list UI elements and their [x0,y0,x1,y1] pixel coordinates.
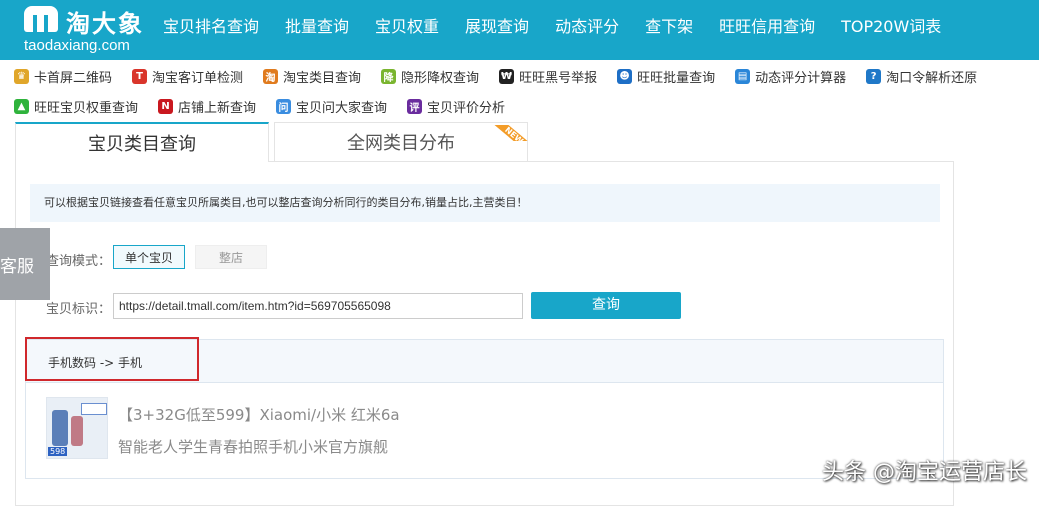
crown-icon: ♛ [14,68,29,84]
notice-bar: 可以根据宝贝链接查看任意宝贝所属类目,也可以整店查询分析同行的类目分布,销量占比… [30,184,940,222]
top-header: 淘大象 taodaxiang.com 宝贝排名查询 批量查询 宝贝权重 展现查询… [0,0,1039,60]
tool-link[interactable]: 降隐形降权查询 [381,67,479,86]
promo-tag-icon [81,403,107,415]
nav-item-top20w[interactable]: TOP20W词表 [828,13,954,37]
bag-icon: ▲ [14,98,29,114]
nav-item-exposure[interactable]: 展现查询 [452,13,542,37]
query-button[interactable]: 查询 [531,292,681,319]
tool-link-label: 宝贝评价分析 [427,100,506,116]
highlight-box [25,337,199,381]
tool-link[interactable]: 淘淘宝类目查询 [263,67,361,86]
phone-image-icon [71,416,83,446]
nav-item-weight[interactable]: 宝贝权重 [362,13,452,37]
tool-link-label: 旺旺批量查询 [637,70,716,86]
product-title[interactable]: 【3+32G低至599】Xiaomi/小米 红米6a [118,404,400,425]
item-url-input[interactable] [113,293,523,319]
wangwang-icon: ☻ [617,68,633,84]
tools-row-2: ▲ 旺旺宝贝权重查询 N 店铺上新查询 问宝贝问大家查询 评宝贝评价分析 [14,96,525,116]
new-icon: N [158,98,174,114]
key-icon: ? [866,68,882,84]
tool-link-label: 淘宝类目查询 [283,70,362,86]
tool-link-label: 旺旺宝贝权重查询 [34,100,139,116]
tool-link[interactable]: ▤ 动态评分计算器 [735,67,846,86]
mode-label: 查询模式： [46,254,112,269]
tab-item-category[interactable]: 宝贝类目查询 [15,122,269,162]
tools-row-1: ♛ 卡首屏二维码 T 淘宝客订单检测 淘淘宝类目查询 降隐形降权查询 ₩ 旺旺黑号举报 ☻ 旺旺批… [14,66,997,86]
nav-item-rating[interactable]: 动态评分 [542,13,632,37]
nav-item-offshelf[interactable]: 查下架 [632,13,706,37]
mode-single-button[interactable]: 单个宝贝 [113,245,185,269]
tool-link[interactable]: ? 淘口令解析还原 [866,67,977,86]
main-nav: 宝贝排名查询 批量查询 宝贝权重 展现查询 动态评分 查下架 旺旺信用查询 TO… [150,0,954,50]
phone-image-icon [52,410,68,446]
new-badge-text: NEW [491,125,529,141]
tool-link[interactable]: N 店铺上新查询 [158,97,256,116]
elephant-logo-icon [24,6,58,32]
thumb-price: 598 [48,447,68,456]
tool-link-label: 旺旺黑号举报 [519,70,598,86]
tool-link-label: 淘宝客订单检测 [152,70,244,86]
tool-link-label: 宝贝问大家查询 [296,100,388,116]
tab-label: 全网类目分布 [347,133,455,154]
logo-cn-text: 淘大象 [66,9,144,38]
tool-link[interactable]: 评宝贝评价分析 [407,97,505,116]
blackid-icon: ₩ [499,68,515,84]
ask-icon: 问 [276,98,292,114]
tool-link-label: 店铺上新查询 [178,100,257,116]
taobao-t-icon: T [132,68,148,84]
id-label: 宝贝标识： [46,302,112,317]
tao-icon: 淘 [263,68,279,84]
tool-link[interactable]: 问宝贝问大家查询 [276,97,387,116]
review-icon: 评 [407,98,423,114]
tool-link[interactable]: ☻ 旺旺批量查询 [617,67,715,86]
tool-link[interactable]: T 淘宝客订单检测 [132,67,243,86]
tool-link[interactable]: ₩ 旺旺黑号举报 [499,67,597,86]
site-logo[interactable]: 淘大象 taodaxiang.com [22,4,152,58]
tool-link-label: 卡首屏二维码 [34,70,113,86]
tool-link[interactable]: ♛ 卡首屏二维码 [14,67,112,86]
nav-item-rank[interactable]: 宝贝排名查询 [150,13,272,37]
nav-item-wangwang-credit[interactable]: 旺旺信用查询 [706,13,828,37]
down-icon: 降 [381,68,397,84]
watermark: 头条 @淘宝运营店长 [822,460,1027,485]
product-subtitle: 智能老人学生青春拍照手机小米官方旗舰 [118,438,389,456]
customer-service-button[interactable]: 客服 [0,228,50,300]
nav-item-batch[interactable]: 批量查询 [272,13,362,37]
mode-shop-button[interactable]: 整店 [195,245,267,269]
new-badge: NEW [489,125,529,141]
tool-link-label: 动态评分计算器 [755,70,847,86]
product-thumbnail[interactable]: 598 [46,397,108,459]
calculator-icon: ▤ [735,68,751,84]
tab-network-category[interactable]: 全网类目分布 NEW [274,122,529,162]
tool-link-label: 隐形降权查询 [401,70,480,86]
tool-link-label: 淘口令解析还原 [886,70,978,86]
tool-link[interactable]: ▲ 旺旺宝贝权重查询 [14,97,138,116]
logo-domain-text: taodaxiang.com [24,37,130,54]
